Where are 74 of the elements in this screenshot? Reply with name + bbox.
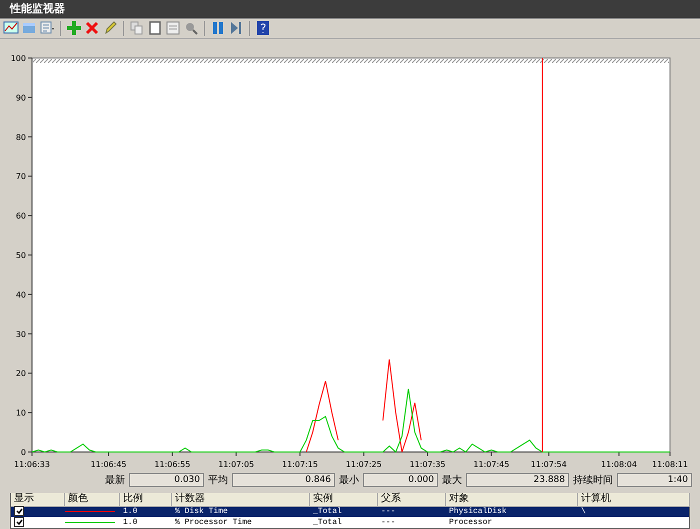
delete-icon xyxy=(84,20,100,36)
table-cell-text: 1.0 xyxy=(122,518,138,527)
copy-button[interactable] xyxy=(129,20,145,36)
help-button[interactable] xyxy=(255,20,271,36)
x-tick-label: 11:07:54 xyxy=(530,460,567,470)
table-cell-text: 1.0 xyxy=(122,506,138,516)
table-cell-text: _Total xyxy=(312,518,343,527)
y-tick-label: 60 xyxy=(16,212,26,221)
y-tick-label: 100 xyxy=(10,54,26,64)
stat-field: 0.846 xyxy=(232,473,335,488)
table-cell-text: \ xyxy=(580,506,587,516)
show-checkbox[interactable] xyxy=(14,506,24,516)
x-tick-label: 11:07:35 xyxy=(410,460,446,470)
pause-icon xyxy=(210,20,226,36)
column-header[interactable]: 颜色 xyxy=(65,493,120,508)
stat-label: 最小 xyxy=(339,474,359,488)
zoom-icon xyxy=(183,20,199,36)
add-button[interactable] xyxy=(66,20,82,36)
column-header[interactable]: 计数器 xyxy=(172,493,310,508)
y-tick-label: 0 xyxy=(20,448,26,458)
x-tick-label: 11:06:55 xyxy=(154,460,190,470)
stat-label: 持续时间 xyxy=(573,474,613,488)
step-button[interactable] xyxy=(228,20,244,36)
table-cell-text: _Total xyxy=(312,506,343,516)
report-icon xyxy=(39,20,55,36)
delete-button[interactable] xyxy=(84,20,100,36)
step-icon xyxy=(228,20,244,36)
report-button[interactable] xyxy=(39,20,55,36)
column-header[interactable]: 显示 xyxy=(11,493,65,508)
column-header[interactable]: 计算机 xyxy=(578,493,690,508)
x-tick-label: 11:06:45 xyxy=(90,460,127,470)
column-header[interactable]: 对象 xyxy=(446,493,578,508)
table-cell-text: --- xyxy=(380,506,396,516)
add-icon xyxy=(66,20,82,36)
y-tick-label: 40 xyxy=(16,290,26,300)
properties-icon xyxy=(165,20,181,36)
table-cell-text: % Disk Time xyxy=(174,506,229,516)
copy-icon xyxy=(129,20,145,36)
y-tick-label: 70 xyxy=(16,172,26,182)
table-cell-text: Processor xyxy=(448,518,494,527)
stat-label: 最大 xyxy=(442,474,462,488)
properties-button[interactable] xyxy=(165,20,181,36)
y-tick-label: 20 xyxy=(16,370,26,379)
graph-icon xyxy=(3,20,19,36)
y-tick-label: 10 xyxy=(16,408,26,418)
column-header[interactable]: 父系 xyxy=(378,493,446,508)
x-tick-label: 11:08:04 xyxy=(601,460,637,470)
y-tick-label: 90 xyxy=(16,94,26,103)
stat-field: 0.030 xyxy=(129,473,204,488)
table-cell-text: --- xyxy=(380,518,396,527)
y-tick-label: 30 xyxy=(16,330,26,340)
column-header[interactable]: 比例 xyxy=(120,493,172,508)
show-checkbox[interactable] xyxy=(14,517,24,528)
graph-button[interactable] xyxy=(3,20,19,36)
x-tick-label: 11:07:15 xyxy=(282,460,318,470)
column-header[interactable]: 实例 xyxy=(310,493,378,508)
stat-field: 1:40 xyxy=(617,473,692,488)
x-tick-label: 11:07:25 xyxy=(346,460,382,470)
stat-label: 平均 xyxy=(208,474,228,488)
table-cell-text: % Processor Time xyxy=(174,518,253,527)
stat-label: 最新 xyxy=(105,474,125,488)
x-tick-label: 11:07:05 xyxy=(218,460,254,470)
y-tick-label: 80 xyxy=(16,133,26,142)
window-title: 性能监视器 xyxy=(10,1,65,16)
table-cell-text: PhysicalDisk xyxy=(448,506,508,516)
x-tick-label: 11:08:11 xyxy=(652,460,688,470)
zoom-button[interactable] xyxy=(183,20,199,36)
stat-field: 23.888 xyxy=(466,473,569,488)
y-tick-label: 50 xyxy=(16,251,26,260)
help-icon xyxy=(255,20,271,36)
pause-button[interactable] xyxy=(210,20,226,36)
x-tick-label: 11:06:33 xyxy=(14,460,50,470)
x-tick-label: 11:07:45 xyxy=(473,460,510,470)
stat-field: 0.000 xyxy=(363,473,438,488)
